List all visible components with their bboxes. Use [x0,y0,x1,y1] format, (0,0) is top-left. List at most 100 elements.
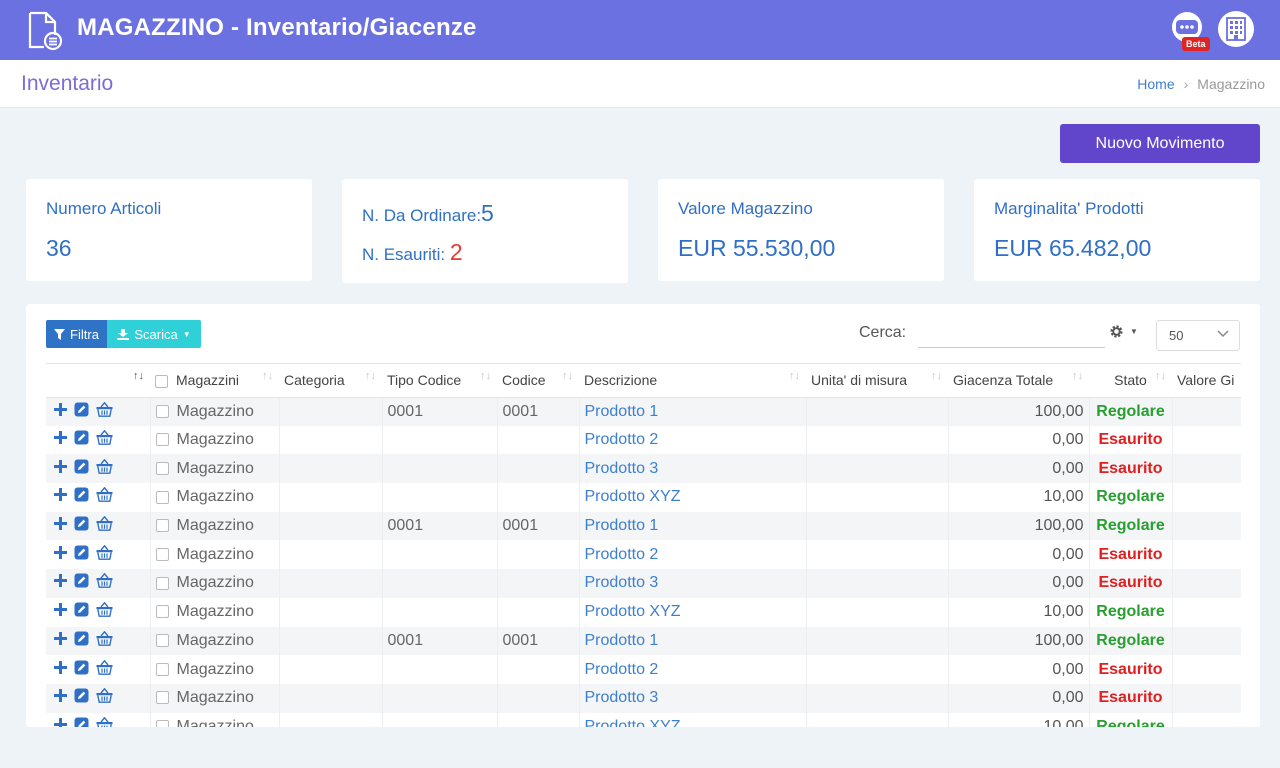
row-checkbox[interactable] [155,576,169,590]
basket-icon[interactable] [96,630,113,651]
search-input[interactable] [918,320,1105,348]
edit-icon[interactable] [74,717,89,727]
stat-label: Valore Magazzino [678,199,813,218]
basket-icon[interactable] [96,601,113,622]
sort-icon: ↑↓ [1155,370,1166,382]
breadcrumb-home[interactable]: Home [1137,76,1174,92]
edit-icon[interactable] [74,459,89,479]
row-checkbox[interactable] [155,490,169,504]
cell-descrizione-link[interactable]: Prodotto XYZ [579,483,807,512]
basket-icon[interactable] [96,487,113,507]
cell-valore: E [1172,712,1241,727]
edit-icon[interactable] [74,516,89,536]
cell-unita-misura [806,425,949,455]
column-header-giacenza[interactable]: Giacenza Totale ↑↓ [948,364,1089,398]
row-actions [46,597,151,627]
row-checkbox[interactable] [155,433,169,447]
basket-icon[interactable] [96,716,113,727]
basket-icon[interactable] [96,544,113,565]
page-title: Inventario [21,72,114,95]
basket-icon[interactable] [96,573,113,593]
edit-icon[interactable] [74,487,89,507]
plus-icon[interactable] [54,402,67,421]
plus-icon[interactable] [54,660,67,679]
cell-descrizione-link[interactable]: Prodotto XYZ [579,712,807,727]
stat-value: EUR 65.482,00 [994,235,1152,261]
search-label: Cerca: [859,324,907,341]
row-actions [46,511,151,541]
edit-icon[interactable] [74,660,89,680]
company-button[interactable] [1218,11,1254,47]
cell-tipo-codice: 0001 [382,626,498,656]
cell-descrizione-link[interactable]: Prodotto XYZ [579,597,807,627]
cell-descrizione-link[interactable]: Prodotto 2 [579,425,807,455]
plus-icon[interactable] [54,488,67,506]
row-checkbox[interactable] [155,519,169,533]
inventory-table-wrapper[interactable]: ↑↓ Magazzini ↑↓ Categoria ↑↓ Tipo Codice ↑↓… [46,363,1241,727]
beta-badge: Beta [1182,37,1210,51]
edit-icon[interactable] [74,631,89,651]
basket-icon[interactable] [96,429,113,450]
plus-icon[interactable] [54,517,67,535]
row-checkbox[interactable] [155,691,169,705]
plus-icon[interactable] [54,545,67,564]
row-checkbox[interactable] [155,634,169,648]
column-header-magazzini[interactable]: Magazzini ↑↓ [150,364,279,398]
basket-icon[interactable] [96,401,113,422]
column-header-categoria[interactable]: Categoria ↑↓ [279,364,382,398]
cell-codice [497,569,580,598]
edit-icon[interactable] [74,688,89,708]
row-checkbox[interactable] [155,404,169,418]
plus-icon[interactable] [54,689,67,707]
cell-descrizione-link[interactable]: Prodotto 3 [579,454,807,484]
page-size-select[interactable]: 50 [1156,320,1240,351]
row-checkbox[interactable] [155,662,169,676]
edit-icon[interactable] [74,573,89,593]
basket-icon[interactable] [96,659,113,680]
basket-icon[interactable] [96,515,113,536]
cell-descrizione-link[interactable]: Prodotto 1 [579,397,807,426]
row-checkbox[interactable] [155,605,169,619]
plus-icon[interactable] [54,717,67,727]
plus-icon[interactable] [54,431,67,449]
column-header-stato[interactable]: Stato ↑↓ [1089,364,1172,398]
basket-icon[interactable] [96,687,113,708]
edit-icon[interactable] [74,402,89,422]
row-checkbox[interactable] [155,548,169,562]
cell-codice [497,483,580,512]
cell-valore [1172,655,1241,684]
filter-button[interactable]: Filtra [46,320,107,348]
column-header-actions[interactable]: ↑↓ [46,364,150,398]
plus-icon[interactable] [54,574,67,592]
new-movement-button[interactable]: Nuovo Movimento [1060,124,1260,163]
cell-descrizione-link[interactable]: Prodotto 3 [579,683,807,713]
select-all-checkbox[interactable] [155,375,168,389]
breadcrumb: Home › Magazzino [1137,76,1265,92]
cell-descrizione-link[interactable]: Prodotto 2 [579,540,807,570]
filter-icon [54,328,66,340]
row-checkbox[interactable] [155,461,169,475]
column-header-codice[interactable]: Codice ↑↓ [497,364,579,398]
plus-icon[interactable] [54,631,67,650]
column-settings-button[interactable]: ▼ [1109,324,1138,339]
plus-icon[interactable] [54,459,67,478]
download-button[interactable]: Scarica ▼ [107,320,201,348]
column-header-unita-misura[interactable]: Unita' di misura ↑↓ [806,364,948,398]
edit-icon[interactable] [74,545,89,565]
row-checkbox[interactable] [155,720,169,727]
edit-icon[interactable] [74,430,89,450]
column-header-descrizione[interactable]: Descrizione ↑↓ [579,364,806,398]
edit-icon[interactable] [74,602,89,622]
cell-descrizione-link[interactable]: Prodotto 2 [579,655,807,684]
cell-valore: E [1172,397,1241,426]
basket-icon[interactable] [96,458,113,479]
cell-descrizione-link[interactable]: Prodotto 1 [579,626,807,656]
status-badge: Esaurito [1089,683,1173,713]
cell-descrizione-link[interactable]: Prodotto 1 [579,511,807,541]
plus-icon[interactable] [54,603,67,621]
row-actions [46,425,151,455]
column-header-valore[interactable]: Valore Gi [1172,364,1241,398]
cell-descrizione-link[interactable]: Prodotto 3 [579,569,807,598]
status-badge: Regolare [1089,397,1173,426]
column-header-tipo-codice[interactable]: Tipo Codice ↑↓ [382,364,497,398]
